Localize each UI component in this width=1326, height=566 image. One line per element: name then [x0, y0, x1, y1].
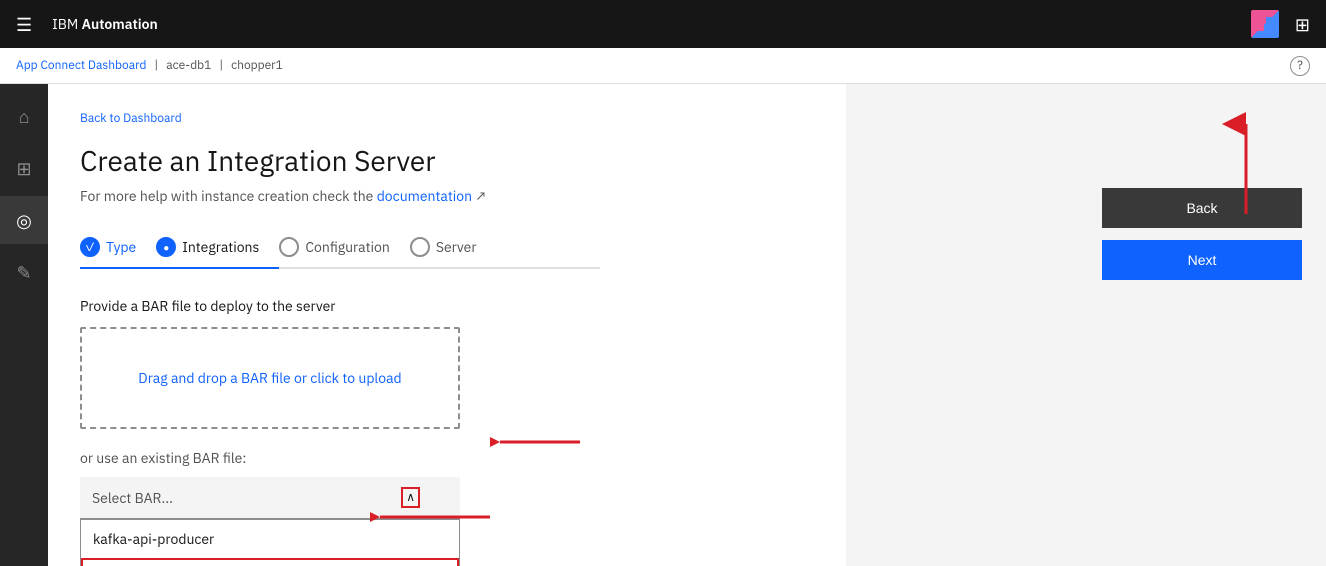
navbar-right: ⊞	[1251, 10, 1310, 38]
drop-zone[interactable]: Drag and drop a BAR file or click to upl…	[80, 327, 460, 429]
upload-label: Provide a BAR file to deploy to the serv…	[80, 297, 814, 315]
breadcrumb-sep1: |	[154, 58, 158, 73]
back-to-dashboard-link[interactable]: Back to Dashboard	[80, 111, 182, 126]
sidebar-dashboard-icon[interactable]: ⊞	[0, 144, 48, 192]
select-bar-container: Select BAR... ∧ kafka-api-producer kafka…	[80, 477, 460, 566]
breadcrumb-chopper1: chopper1	[231, 58, 283, 73]
help-icon[interactable]: ?	[1290, 56, 1310, 76]
breadcrumb-app-connect[interactable]: App Connect Dashboard	[16, 58, 146, 73]
step-server-label: Server	[436, 238, 477, 256]
or-text: or use an existing BAR file:	[80, 449, 814, 467]
ibm-logo-icon	[1251, 10, 1279, 38]
hamburger-icon[interactable]: ☰	[16, 13, 32, 36]
apps-grid-icon[interactable]: ⊞	[1295, 13, 1310, 36]
external-link-icon: ↗	[475, 187, 486, 205]
drop-zone-text: Drag and drop a BAR file or click to upl…	[138, 369, 401, 387]
sidebar-home-icon[interactable]: ⌂	[0, 92, 48, 140]
step-server-circle	[410, 237, 430, 257]
next-button[interactable]: Next	[1102, 240, 1302, 280]
content-area: Back to Dashboard Create an Integration …	[48, 84, 846, 566]
back-button[interactable]: Back	[1102, 188, 1302, 228]
step-configuration[interactable]: Configuration	[279, 229, 409, 267]
breadcrumb-ace-db1: ace-db1	[166, 58, 211, 73]
dropdown-list: kafka-api-producer kafka-consumer	[80, 519, 460, 566]
main-layout: ⌂ ⊞ ◎ ✎ Back to Dashboard Create an Inte…	[0, 84, 1326, 566]
navbar-left: ☰ IBM Automation	[16, 13, 158, 36]
page-title: Create an Integration Server	[80, 142, 814, 179]
dropdown-item-kafka-producer[interactable]: kafka-api-producer	[81, 520, 459, 558]
step-configuration-circle	[279, 237, 299, 257]
sidebar: ⌂ ⊞ ◎ ✎	[0, 84, 48, 566]
step-integrations-circle: ●	[156, 237, 176, 257]
chevron-up-icon: ∧	[401, 487, 420, 508]
sidebar-docs-icon[interactable]: ✎	[0, 248, 48, 296]
navbar: ☰ IBM Automation ⊞	[0, 0, 1326, 48]
subtitle-text: For more help with instance creation che…	[80, 187, 373, 205]
ibm-text: IBM	[52, 15, 78, 33]
step-server[interactable]: Server	[410, 229, 497, 267]
select-bar-placeholder: Select BAR...	[92, 489, 173, 507]
progress-steps: ✓ Type ● Integrations Configuration Serv…	[80, 229, 600, 269]
documentation-link[interactable]: documentation	[377, 187, 472, 205]
dropdown-item-kafka-consumer[interactable]: kafka-consumer	[81, 558, 459, 566]
step-type-label: Type	[106, 238, 136, 256]
page-subtitle: For more help with instance creation che…	[80, 187, 814, 205]
step-configuration-label: Configuration	[305, 238, 389, 256]
step-integrations-label: Integrations	[182, 238, 259, 256]
right-panel: Back Next	[846, 84, 1326, 566]
breadcrumb-sep2: |	[219, 58, 223, 73]
breadcrumb-bar: App Connect Dashboard | ace-db1 | choppe…	[0, 48, 1326, 84]
select-bar[interactable]: Select BAR... ∧	[80, 477, 460, 519]
step-type[interactable]: ✓ Type	[80, 229, 156, 269]
ibm-automation-label: IBM Automation	[52, 15, 158, 33]
step-integrations[interactable]: ● Integrations	[156, 229, 279, 269]
automation-text: Automation	[82, 15, 158, 33]
sidebar-connections-icon[interactable]: ◎	[0, 196, 48, 244]
step-type-circle: ✓	[80, 237, 100, 257]
